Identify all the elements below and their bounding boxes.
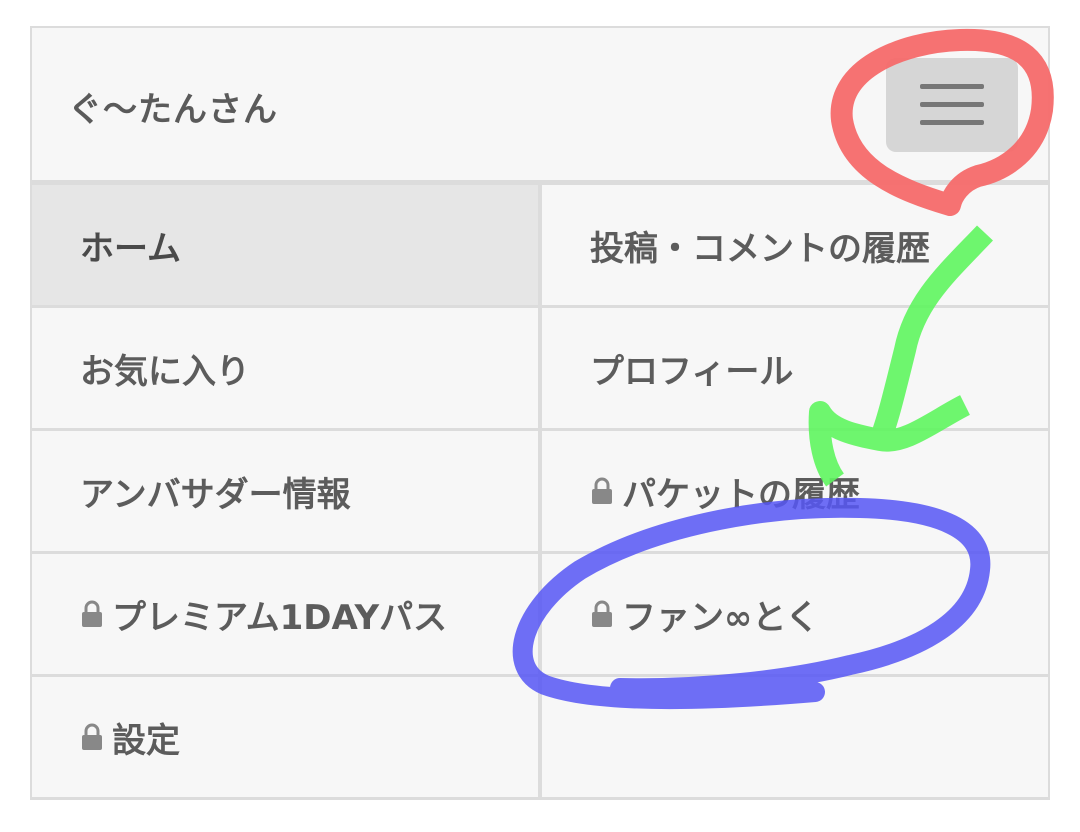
menu-grid: ホーム 投稿・コメントの履歴 お気に入り プロフィール アンバサダー情報 パケッ… bbox=[30, 182, 1050, 800]
menu-item-label: ファン∞とく bbox=[622, 597, 820, 638]
lock-icon bbox=[82, 723, 102, 750]
menu-item-profile[interactable]: プロフィール bbox=[542, 308, 1048, 428]
menu-item-packet-history[interactable]: パケットの履歴 bbox=[542, 431, 1048, 551]
lock-icon bbox=[82, 600, 102, 627]
menu-item-post-comment-history[interactable]: 投稿・コメントの履歴 bbox=[542, 185, 1048, 305]
menu-item-label: 設定 bbox=[112, 720, 180, 761]
menu-empty-cell bbox=[542, 677, 1048, 797]
menu-item-label: お気に入り bbox=[80, 351, 250, 392]
menu-item-label: パケットの履歴 bbox=[622, 474, 860, 515]
menu-item-label: プレミアム1DAYパス bbox=[112, 597, 448, 638]
menu-item-premium-1day-pass[interactable]: プレミアム1DAYパス bbox=[32, 554, 538, 674]
menu-item-label: ホーム bbox=[80, 228, 181, 269]
user-name: ぐ〜たんさん bbox=[68, 90, 278, 130]
hamburger-menu-icon-bar bbox=[920, 120, 984, 125]
menu-item-ambassador-info[interactable]: アンバサダー情報 bbox=[32, 431, 538, 551]
menu-item-fan-toku[interactable]: ファン∞とく bbox=[542, 554, 1048, 674]
menu-item-label: 投稿・コメントの履歴 bbox=[590, 228, 930, 269]
menu-panel: ぐ〜たんさん ホーム 投稿・コメントの履歴 お気に入り プロフィール アンバサダ… bbox=[30, 26, 1050, 800]
menu-item-label: アンバサダー情報 bbox=[80, 474, 351, 515]
hamburger-menu-button[interactable] bbox=[886, 58, 1018, 152]
hamburger-menu-icon bbox=[920, 84, 984, 89]
lock-icon bbox=[592, 477, 612, 504]
menu-item-settings[interactable]: 設定 bbox=[32, 677, 538, 797]
lock-icon bbox=[592, 600, 612, 627]
menu-header: ぐ〜たんさん bbox=[30, 26, 1050, 182]
menu-item-home[interactable]: ホーム bbox=[32, 185, 538, 305]
menu-item-favorites[interactable]: お気に入り bbox=[32, 308, 538, 428]
menu-item-label: プロフィール bbox=[590, 351, 794, 392]
hamburger-menu-icon-bar bbox=[920, 102, 984, 107]
